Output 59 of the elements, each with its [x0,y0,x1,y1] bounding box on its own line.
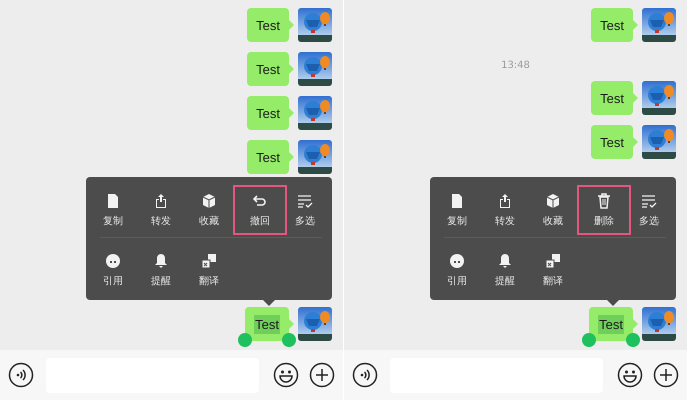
smiley-icon[interactable] [617,362,643,388]
bubble-tail-icon [289,319,294,329]
plus-icon[interactable] [653,362,679,388]
bubble-tail-icon [633,137,638,147]
menu-item[interactable]: 转发 [139,185,183,235]
quote-icon [105,252,121,268]
selection-handle[interactable] [282,333,296,347]
message-bubble[interactable]: Test [591,8,633,42]
selection-handle[interactable] [626,333,640,347]
translate-icon [545,252,561,268]
bubble-tail-icon [289,108,294,118]
plus-icon[interactable] [309,362,335,388]
message-bubble[interactable]: Test [247,52,289,86]
message-bubble[interactable]: Test [247,140,289,174]
menu-item[interactable]: 转发 [483,185,527,235]
smiley-icon[interactable] [273,362,299,388]
bubble-tail-icon [289,64,294,74]
message-bubble[interactable]: Test [245,307,289,341]
menu-item[interactable]: 提醒 [483,245,527,295]
bell-icon [497,252,513,268]
menu-item[interactable]: 复制 [91,185,135,235]
selection-handle[interactable] [238,333,252,347]
selection-handle[interactable] [582,333,596,347]
checklist-icon [297,192,313,208]
message-bubble[interactable]: Test [247,96,289,130]
message-bubble[interactable]: Test [591,81,633,115]
menu-item[interactable]: 引用 [435,245,479,295]
menu-item[interactable]: 翻译 [531,245,575,295]
cube-icon [545,192,561,208]
timestamp: 13:48 [500,60,530,71]
message-bubble[interactable]: Test [589,307,633,341]
share-icon [153,192,169,208]
share-icon [497,192,513,208]
message-bubble[interactable]: Test [591,125,633,159]
message-bubble[interactable]: Test [247,8,289,42]
menu-item[interactable]: 引用 [91,245,135,295]
bubble-tail-icon [633,93,638,103]
document-icon [449,192,465,208]
menu-item[interactable]: 删除 [577,185,631,235]
bubble-tail-icon [633,20,638,30]
menu-item[interactable]: 提醒 [139,245,183,295]
menu-item[interactable]: 翻译 [187,245,231,295]
translate-icon [201,252,217,268]
bubble-tail-icon [289,20,294,30]
bubble-tail-icon [633,319,638,329]
menu-item[interactable]: 撤回 [233,185,287,235]
menu-item[interactable]: 收藏 [187,185,231,235]
quote-icon [449,252,465,268]
voice-icon[interactable] [8,362,34,388]
bell-icon [153,252,169,268]
undo-icon [252,192,268,208]
bubble-tail-icon [289,152,294,162]
cube-icon [201,192,217,208]
document-icon [105,192,121,208]
checklist-icon [641,192,657,208]
trash-icon [596,192,612,208]
voice-icon[interactable] [352,362,378,388]
menu-item[interactable]: 复制 [435,185,479,235]
menu-item[interactable]: 收藏 [531,185,575,235]
